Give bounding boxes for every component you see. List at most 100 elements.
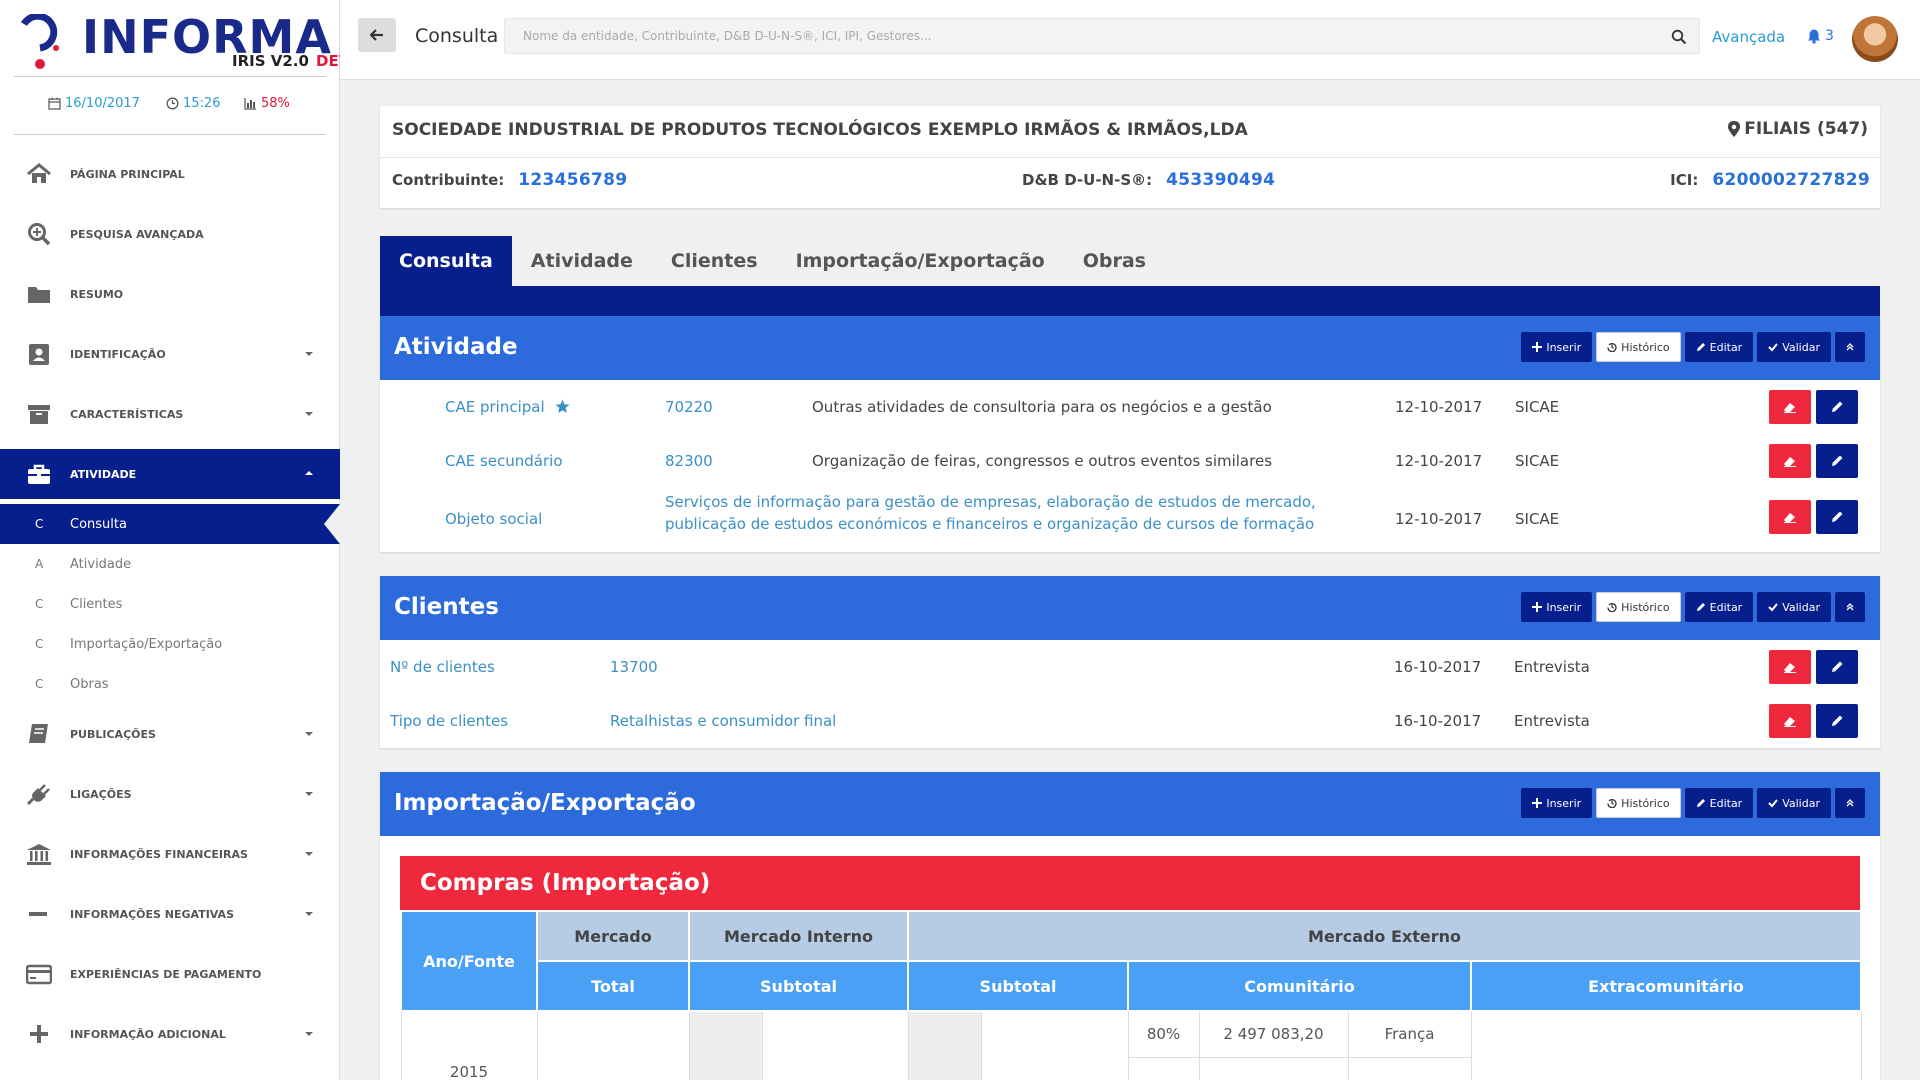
field-value: 6200002727829 [1712,170,1870,190]
nav-item-informacoes-financeiras[interactable]: INFORMAÇÕES FINANCEIRAS [0,824,340,884]
collapse-button[interactable] [1835,332,1865,362]
edit-row-button[interactable] [1816,444,1858,478]
nav-item-pesquisa-avancada[interactable]: PESQUISA AVANÇADA [0,204,340,264]
edit-row-button[interactable] [1816,390,1858,424]
tab-consulta[interactable]: Consulta [380,236,512,286]
tab-atividade[interactable]: Atividade [512,236,652,286]
search-input[interactable] [505,19,1699,53]
erase-button[interactable] [1769,444,1811,478]
row-date: 12-10-2017 [1395,398,1483,416]
subnav-item-atividade[interactable]: A Atividade [0,544,340,584]
brand-logo[interactable]: INFORMA IRIS V2.0 DEV [18,10,350,72]
cell-externo-b [980,1010,1129,1080]
nav-item-informacoes-negativas[interactable]: INFORMAÇÕES NEGATIVAS [0,884,340,944]
validate-button[interactable]: Validar [1757,592,1831,622]
search-icon[interactable] [1671,29,1687,45]
validate-button[interactable]: Validar [1757,332,1831,362]
subnav-item-clientes[interactable]: C Clientes [0,584,340,624]
bar-chart-icon [244,98,256,110]
nav-label: RESUMO [70,287,124,301]
eraser-icon [1784,403,1796,413]
row-label[interactable]: Objeto social [445,510,542,528]
field-ici: ICI: 6200002727829 [1670,170,1870,190]
chevron-down-icon [305,1032,313,1036]
subnav-item-obras[interactable]: C Obras [0,664,340,704]
row-label[interactable]: Tipo de clientes [390,712,508,730]
row-actions [1769,390,1858,424]
insert-button[interactable]: Inserir [1521,788,1593,818]
back-button[interactable] [358,18,396,52]
subnav-item-consulta[interactable]: C Consulta [0,504,340,544]
nav-item-publicacoes[interactable]: PUBLICAÇÕES [0,704,340,764]
cell-extracomunitario [1470,1010,1862,1080]
panel-toolbar: Inserir Histórico Editar Validar [1521,788,1865,818]
panel-header: Importação/Exportação Inserir Histórico … [380,772,1880,836]
plug-icon [26,784,50,806]
filiais-link[interactable]: FILIAIS (547) [1728,119,1868,139]
history-button[interactable]: Histórico [1596,592,1681,622]
nav-item-pagina-principal[interactable]: PÁGINA PRINCIPAL [0,144,340,204]
nav-item-atividade[interactable]: ATIVIDADE [0,449,340,499]
insert-button[interactable]: Inserir [1521,592,1593,622]
nav-label: PUBLICAÇÕES [70,727,156,741]
user-avatar[interactable] [1852,16,1898,62]
erase-button[interactable] [1769,650,1811,684]
edit-row-button[interactable] [1816,650,1858,684]
nav-item-experiencias-de-pagamento[interactable]: EXPERIÊNCIAS DE PAGAMENTO [0,944,340,1004]
plus-icon [1532,602,1543,612]
erase-button[interactable] [1769,704,1811,738]
home-icon [27,163,51,183]
history-button[interactable]: Histórico [1596,332,1681,362]
edit-button[interactable]: Editar [1684,332,1754,362]
nav-item-informacao-adicional[interactable]: INFORMAÇÃO ADICIONAL [0,1004,340,1064]
edit-row-button[interactable] [1816,704,1858,738]
erase-button[interactable] [1769,500,1811,534]
tab-clientes[interactable]: Clientes [652,236,777,286]
check-icon [1768,799,1778,808]
history-label: Histórico [1621,600,1670,614]
row-label[interactable]: CAE secundário [445,452,563,470]
advanced-search-link[interactable]: Avançada [1712,28,1785,46]
filiais-text: FILIAIS (547) [1744,119,1868,139]
status-percent: 58% [244,96,290,111]
edit-row-button[interactable] [1816,500,1858,534]
compras-section: Compras (Importação) Ano/Fonte Mercado M… [400,856,1863,1080]
erase-button[interactable] [1769,390,1811,424]
subnav-item-importacao-exportacao[interactable]: C Importação/Exportação [0,624,340,664]
nav-item-identificacao[interactable]: IDENTIFICAÇÃO [0,324,340,384]
nav-item-resumo[interactable]: RESUMO [0,264,340,324]
pencil-icon [1696,603,1705,611]
tab-underline [380,286,1880,316]
row-source: SICAE [1515,510,1560,528]
row-label[interactable]: CAE principal [445,398,570,416]
row-code[interactable]: Serviços de informação para gestão de em… [665,491,1365,535]
edit-button[interactable]: Editar [1684,592,1754,622]
edit-button[interactable]: Editar [1684,788,1754,818]
row-code[interactable]: 82300 [665,452,713,470]
bell-icon [1808,29,1820,44]
insert-button[interactable]: Inserir [1521,332,1593,362]
table-row: 2015 80% 2 497 083,20 França [400,1010,1862,1080]
brand-version: IRIS V2.0 [232,52,309,70]
zoom-icon [28,223,51,246]
chevron-down-icon [305,912,313,916]
validate-button[interactable]: Validar [1757,788,1831,818]
nav-item-caracteristicas[interactable]: CARACTERÍSTICAS [0,384,340,444]
header-extracomunitario: Extracomunitário [1470,960,1863,1012]
notifications-button[interactable]: 3 [1806,28,1834,44]
row-value[interactable]: 13700 [610,658,658,676]
history-button[interactable]: Histórico [1596,788,1681,818]
row-code[interactable]: 70220 [665,398,713,416]
tab-importacao-exportacao[interactable]: Importação/Exportação [777,236,1064,286]
table-row: CAE principal 70220 Outras atividades de… [380,380,1880,434]
tab-obras[interactable]: Obras [1064,236,1165,286]
row-value[interactable]: Retalhistas e consumidor final [610,712,836,730]
validate-label: Validar [1782,796,1820,810]
collapse-button[interactable] [1835,788,1865,818]
collapse-button[interactable] [1835,592,1865,622]
nav-item-ligacoes[interactable]: LIGAÇÕES [0,764,340,824]
edit-label: Editar [1709,796,1743,810]
row-label[interactable]: Nº de clientes [390,658,495,676]
main-content: SOCIEDADE INDUSTRIAL DE PRODUTOS TECNOLÓ… [380,106,1880,1080]
header-comunitario: Comunitário [1127,960,1473,1012]
